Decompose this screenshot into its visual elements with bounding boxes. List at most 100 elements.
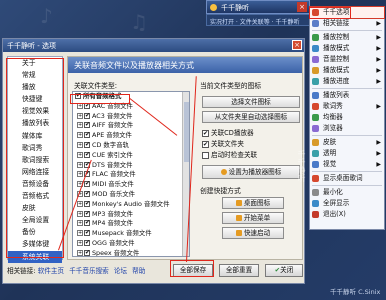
menu-item[interactable]: 最小化 (310, 187, 384, 198)
list-item[interactable]: + ✔ AIFF 音频文件 (73, 121, 189, 131)
list-item[interactable]: + ✔ CUE 索引文件 (73, 151, 189, 161)
menu-item[interactable]: 浏览器 (310, 123, 384, 134)
link-help[interactable]: 帮助 (132, 267, 145, 275)
list-item[interactable]: + ✔ Musepack 音频文件 (73, 229, 189, 239)
file-type-list[interactable]: ✔ 所有音频格式 + ✔ AAC 音频文件 + ✔ AC3 音频文件 + ✔ AIFF 音频文件 + ✔… (72, 91, 190, 257)
menu-item[interactable]: 播放模式 ▶ (310, 43, 384, 54)
checkbox-icon[interactable]: ✔ (202, 140, 209, 148)
checkbox-icon[interactable]: ✔ (84, 210, 90, 217)
checkbox-icon[interactable]: ✔ (84, 230, 90, 237)
list-item[interactable]: ✔ 所有音频格式 (73, 92, 189, 102)
checkbox-icon[interactable]: ✔ (84, 161, 90, 168)
checkbox-icon[interactable]: ✔ (84, 102, 90, 109)
nav-item[interactable]: 快捷键 (8, 93, 62, 105)
menu-item[interactable]: 退出(X) (310, 209, 384, 220)
quicklaunch-shortcut-button[interactable]: 快速启动 (222, 227, 284, 239)
nav-item[interactable]: 皮肤 (8, 202, 62, 214)
expand-icon[interactable]: + (77, 200, 83, 207)
menu-item[interactable]: 播放控制 ▶ (310, 32, 384, 43)
menu-item[interactable]: 音量控制 ▶ (310, 54, 384, 65)
link-forum[interactable]: 论坛 (114, 267, 127, 275)
startmenu-shortcut-button[interactable]: 开始菜单 (222, 212, 284, 224)
expand-icon[interactable]: + (77, 181, 83, 188)
player-titlebar[interactable]: 千千静听 × (206, 0, 310, 14)
expand-icon[interactable]: + (77, 190, 83, 197)
expand-icon[interactable]: + (77, 220, 83, 227)
list-item[interactable]: + ✔ AC3 音频文件 (73, 112, 189, 122)
dialog-close-icon[interactable]: × (292, 40, 302, 50)
list-item[interactable]: + ✔ DTS 音频文件 (73, 161, 189, 171)
expand-icon[interactable]: + (77, 112, 83, 119)
checkbox-icon[interactable]: ✔ (84, 171, 90, 178)
nav-item[interactable]: 关于 (8, 57, 62, 69)
menu-item[interactable]: 歌词秀 ▶ (310, 101, 384, 112)
list-item[interactable]: + ✔ MP3 音频文件 (73, 210, 189, 220)
restore-icon-button[interactable]: 从文件夹里自动选择图标 (202, 111, 300, 123)
menu-item[interactable]: 皮肤 ▶ (310, 137, 384, 148)
check-cd-player[interactable]: ✔ 关联CD播放器 (202, 127, 254, 137)
menu-item[interactable]: 相关链接 ▶ (310, 18, 384, 29)
expand-icon[interactable]: + (77, 230, 83, 237)
expand-icon[interactable]: + (77, 151, 83, 158)
desktop-shortcut-button[interactable]: 桌面图标 (222, 197, 284, 209)
menu-item[interactable]: 播放进度 ▶ (310, 76, 384, 87)
expand-icon[interactable]: + (77, 210, 83, 217)
set-player-icon-button[interactable]: 设置为播放器图标 (202, 165, 300, 179)
checkbox-icon[interactable]: ✔ (84, 239, 90, 246)
list-item[interactable]: + ✔ FLAC 音频文件 (73, 170, 189, 180)
checkbox-icon[interactable]: ✔ (84, 181, 90, 188)
save-all-button[interactable]: 全部保存 (173, 264, 213, 277)
player-close-icon[interactable]: × (297, 2, 307, 12)
menu-item[interactable]: 全屏显示 (310, 198, 384, 209)
nav-item[interactable]: 多媒体键 (8, 238, 62, 250)
nav-item[interactable]: 备份 (8, 226, 62, 238)
link-homepage[interactable]: 软件主页 (38, 267, 64, 275)
nav-item[interactable]: 常规 (8, 69, 62, 81)
checkbox-icon[interactable]: ✔ (84, 112, 90, 119)
list-item[interactable]: + ✔ MP4 音频文件 (73, 219, 189, 229)
menu-item[interactable]: 千千选项 (309, 6, 385, 19)
checkbox-icon[interactable]: ✔ (75, 93, 81, 99)
expand-icon[interactable]: + (77, 122, 83, 129)
expand-icon[interactable]: + (77, 102, 83, 109)
expand-icon[interactable]: + (77, 239, 83, 246)
checkbox-icon[interactable]: ✔ (84, 190, 90, 197)
menu-item[interactable]: 均衡器 (310, 112, 384, 123)
nav-item[interactable]: 播放 (8, 81, 62, 93)
choose-icon-button[interactable]: 选择文件图标 (202, 96, 300, 108)
reset-all-button[interactable]: 全部重置 (219, 264, 259, 277)
list-item[interactable]: + ✔ CD 数字音轨 (73, 141, 189, 151)
menu-item[interactable]: 视觉 ▶ (310, 159, 384, 170)
checkbox-icon[interactable]: ✔ (84, 151, 90, 158)
list-item[interactable]: + ✔ APE 音频文件 (73, 131, 189, 141)
nav-item[interactable]: 网络连接 (8, 166, 62, 178)
check-startup[interactable]: 启动时检查关联 (202, 149, 257, 159)
dialog-titlebar[interactable]: 千千静听 - 选项 × (3, 39, 304, 52)
nav-item[interactable]: 视觉效果 (8, 105, 62, 117)
list-item[interactable]: + ✔ OGG 音频文件 (73, 239, 189, 249)
checkbox-icon[interactable]: ✔ (84, 220, 90, 227)
checkbox-icon[interactable]: ✔ (84, 200, 90, 207)
checkbox-icon[interactable]: ✔ (84, 122, 90, 129)
expand-icon[interactable]: + (77, 171, 83, 178)
menu-item[interactable]: 播放列表 (310, 90, 384, 101)
menu-item[interactable]: 显示桌面歌词 (310, 173, 384, 184)
checkbox-icon[interactable]: ✔ (202, 129, 209, 137)
nav-item[interactable]: 歌词搜索 (8, 154, 62, 166)
nav-item[interactable]: 音频设备 (8, 178, 62, 190)
close-button[interactable]: ✔关闭 (265, 264, 303, 277)
expand-icon[interactable]: + (77, 132, 83, 139)
link-music-search[interactable]: 千千音乐搜索 (69, 267, 109, 275)
menu-item[interactable]: 播放模式 ▶ (310, 65, 384, 76)
list-item[interactable]: + ✔ Speex 音频文件 (73, 249, 189, 256)
checkbox-icon[interactable] (202, 151, 209, 159)
checkbox-icon[interactable]: ✔ (84, 249, 90, 256)
expand-icon[interactable]: + (77, 249, 83, 256)
nav-item[interactable]: 媒体库 (8, 130, 62, 142)
nav-item[interactable]: 播放列表 (8, 117, 62, 129)
nav-item[interactable]: 歌词秀 (8, 142, 62, 154)
menu-item[interactable]: 透明 ▶ (310, 148, 384, 159)
checkbox-icon[interactable]: ✔ (84, 141, 90, 148)
list-item[interactable]: + ✔ MIDI 音乐文件 (73, 180, 189, 190)
nav-item[interactable]: 全局设置 (8, 214, 62, 226)
